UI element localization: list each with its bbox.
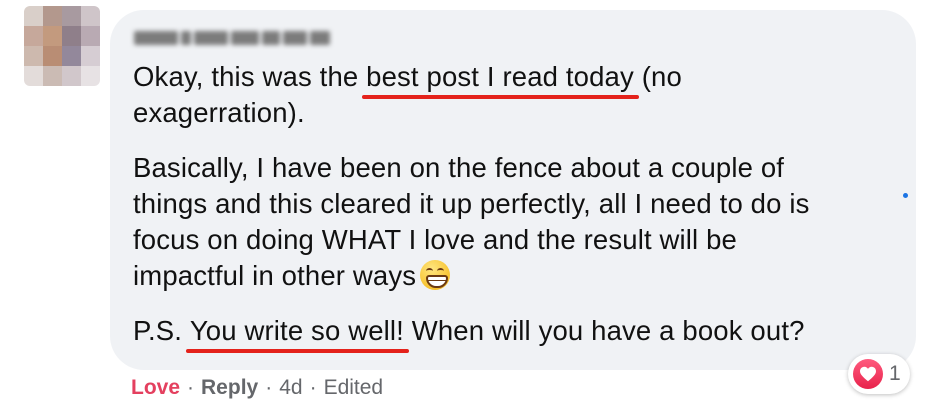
comment-paragraph-3: P.S. You write so well! When will you ha… <box>133 313 805 353</box>
separator: · <box>309 376 317 399</box>
comment-line: things and this cleared it up perfectly,… <box>133 188 810 219</box>
comment-paragraph-2: Basically, I have been on the fence abou… <box>133 150 810 294</box>
reaction-count: 1 <box>889 362 901 385</box>
comment-actions: Love · Reply · 4d · Edited <box>131 374 383 402</box>
comment-text: When will you have a book out? <box>403 315 805 346</box>
separator: · <box>187 376 195 399</box>
comment-line: Basically, I have been on the fence abou… <box>133 152 785 183</box>
avatar[interactable] <box>24 6 100 86</box>
heart-icon <box>853 359 883 389</box>
comment-text: P.S. <box>133 315 190 346</box>
comment-paragraph-1: Okay, this was the best post I read toda… <box>133 59 682 131</box>
edited-label[interactable]: Edited <box>324 374 384 402</box>
highlighted-phrase: best post I read today <box>362 59 639 99</box>
separator: · <box>265 376 273 399</box>
timestamp[interactable]: 4d <box>279 374 302 402</box>
comment-line: focus on doing WHAT I love and the resul… <box>133 224 737 255</box>
highlighted-phrase: You write so well! <box>185 313 410 353</box>
author-name-blurred[interactable] <box>134 26 330 50</box>
comment-line: P.S. You write so well! When will you ha… <box>133 313 805 353</box>
reaction-summary[interactable]: 1 <box>848 354 910 394</box>
unread-dot-icon <box>903 193 908 198</box>
comment-line: Okay, this was the best post I read toda… <box>133 59 682 99</box>
heart-shape <box>860 366 876 382</box>
comment-line: impactful in other ways <box>133 258 810 294</box>
comment-text: impactful in other ways <box>133 260 417 291</box>
comment-text: Okay, this was the <box>133 61 367 92</box>
comment-text: (no <box>633 61 682 92</box>
grinning-emoji-icon <box>420 260 451 290</box>
comment-root: Okay, this was the best post I read toda… <box>0 0 942 410</box>
reply-button[interactable]: Reply <box>201 374 258 402</box>
comment-line: exagerration). <box>133 97 305 128</box>
love-button[interactable]: Love <box>131 374 180 402</box>
